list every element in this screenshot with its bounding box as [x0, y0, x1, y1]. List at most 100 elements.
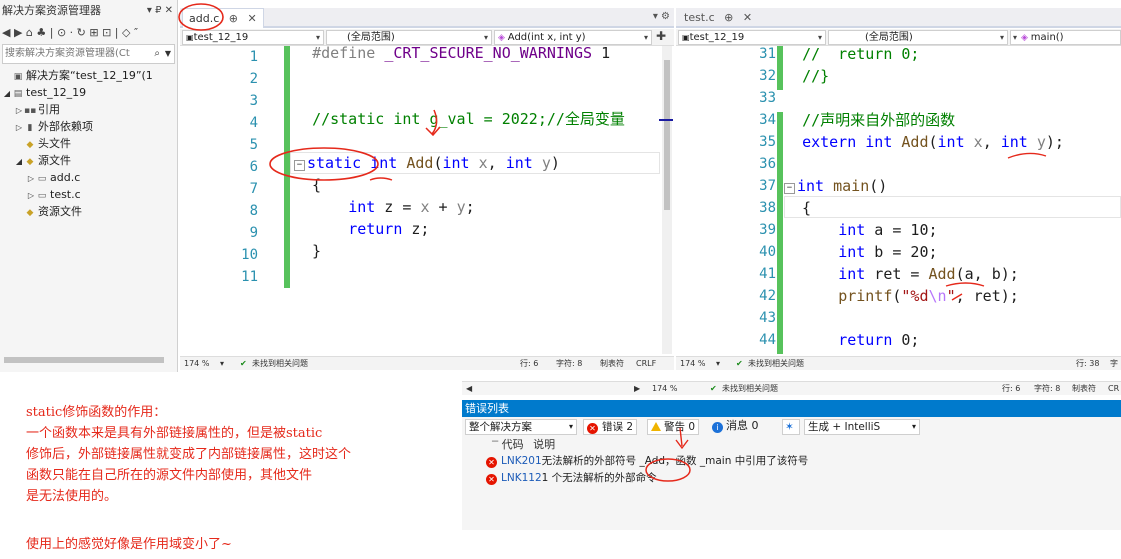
errors-filter-button[interactable]: ✕ 错误 2	[583, 419, 638, 435]
tree-item[interactable]: ▷ ▭ add.c	[0, 169, 177, 186]
pane-controls[interactable]: ▾ ₽ ✕	[147, 0, 173, 22]
tab-test-c[interactable]: test.c ⊕ ✕	[678, 8, 758, 28]
solution-explorer-search-input[interactable]: 搜索解决方案资源管理器(Ct ⌕ ▼	[2, 44, 175, 64]
pin-icon[interactable]: ⊕	[724, 11, 733, 24]
close-icon[interactable]: ✕	[743, 11, 752, 24]
line-number: 43	[759, 310, 776, 326]
left-code-editor[interactable]: 1 2 3 4 5 6 7 8 9 10 11 #define _CRT_SECURE_NO_WAR…	[180, 46, 674, 354]
code-text-test-c[interactable]: // return 0; //} //声明来自外部的函数 extern int …	[784, 46, 1064, 354]
error-row[interactable]: ✕ LNK1121 个无法解析的外部命令	[462, 470, 1121, 487]
tree-item-label: 外部依赖项	[38, 120, 93, 133]
line-number: 41	[759, 266, 776, 282]
zoom-level[interactable]: 174 %	[652, 382, 677, 395]
line-number: 42	[759, 288, 776, 304]
error-code-link[interactable]: LNK112	[501, 472, 542, 484]
pin-icon[interactable]: ⊕	[229, 12, 238, 25]
solution-explorer-title-bar: 解决方案资源管理器 ▾ ₽ ✕	[0, 0, 177, 22]
left-navigation-bar: ▣test_12_19 ▾ (全局范围) ▾ ◈ Add(int x, int y)…	[180, 29, 674, 46]
tab-add-c[interactable]: add.c ⊕ ✕	[182, 8, 264, 28]
tree-item[interactable]: ▣ 解决方案“test_12_19”(1	[0, 67, 177, 84]
method-icon: ◈	[1021, 33, 1031, 43]
chevron-down-icon: ▾	[911, 422, 916, 431]
tree-item[interactable]: ◢ ▤ test_12_19	[0, 84, 177, 101]
expand-arrow-icon[interactable]: ◢	[2, 85, 12, 102]
search-icon[interactable]: ⌕	[154, 45, 160, 63]
tree-item[interactable]: ◆ 头文件	[0, 135, 177, 152]
filter-icon[interactable]: ✶	[782, 419, 800, 435]
cursor-char: 字符: 8	[1034, 384, 1061, 393]
annotation-notes: static修饰函数的作用： 一个函数本来是具有外部链接属性的，但是被stati…	[26, 402, 351, 507]
scope-dropdown[interactable]: (全局范围) ▾	[326, 30, 492, 45]
method-icon: ◈	[498, 33, 508, 43]
issues-status[interactable]: 未找到相关问题	[748, 357, 804, 370]
build-source-dropdown[interactable]: 生成 + IntelliS ▾	[804, 419, 920, 435]
close-icon[interactable]: ✕	[247, 12, 256, 25]
tree-item[interactable]: ◢ ◆ 源文件	[0, 152, 177, 169]
scope-dropdown[interactable]: (全局范围) ▾	[828, 30, 1008, 45]
line-ending[interactable]: CRLF	[636, 357, 656, 370]
tab-overflow-icon[interactable]: ▾ ⚙	[653, 11, 670, 22]
line-number: 4	[249, 115, 258, 131]
zoom-level[interactable]: 174 %	[680, 357, 705, 370]
error-list-title: 错误列表	[462, 400, 1121, 417]
line-number: 40	[759, 244, 776, 260]
chevron-down-icon: ▾	[999, 33, 1004, 42]
tree-item-label: 头文件	[38, 137, 71, 150]
collapse-icon[interactable]: −	[294, 160, 305, 171]
tree-item[interactable]: ▷ ▪▪ 引用	[0, 101, 177, 118]
error-list-panel: 错误列表 整个解决方案 ▾ ✕ 错误 2 警告 0 i 消息 0 ✶ 生成 + Int…	[462, 400, 1121, 530]
column-description[interactable]: 说明	[533, 438, 555, 451]
change-indicator-bar	[777, 112, 783, 354]
error-code-link[interactable]: LNK201	[501, 455, 542, 467]
project-dropdown[interactable]: ▣test_12_19 ▾	[678, 30, 826, 45]
warning-icon	[651, 422, 661, 431]
expand-arrow-icon[interactable]: ◢	[14, 153, 24, 170]
note-line: static修饰函数的作用：	[26, 405, 167, 420]
vertical-scrollbar[interactable]	[662, 46, 672, 354]
split-icon[interactable]: ✚	[656, 29, 666, 43]
indent-mode[interactable]: 制表符	[1072, 382, 1096, 395]
tree-item[interactable]: ◆ 资源文件	[0, 203, 177, 220]
chevron-down-icon: ▾	[315, 33, 320, 42]
line-number: 45	[716, 351, 776, 354]
line-number: 1	[249, 49, 258, 65]
scope-filter-dropdown[interactable]: 整个解决方案 ▾	[465, 419, 577, 435]
warnings-filter-button[interactable]: 警告 0	[647, 419, 700, 435]
line-number: 35	[759, 134, 776, 150]
line-number: 33	[759, 90, 776, 106]
messages-filter-button[interactable]: i 消息 0	[712, 419, 759, 433]
chevron-down-icon[interactable]: ▼	[165, 45, 171, 63]
tree-item[interactable]: ▷ ▮ 外部依赖项	[0, 118, 177, 135]
error-row[interactable]: ✕ LNK201无法解析的外部符号 _Add，函数 _main 中引用了该符号	[462, 453, 1121, 470]
expand-arrow-icon[interactable]: ▷	[14, 102, 24, 119]
info-icon: i	[712, 422, 723, 433]
project-dropdown[interactable]: ▣test_12_19 ▾	[182, 30, 324, 45]
horizontal-scrollbar[interactable]	[0, 354, 178, 366]
member-dropdown[interactable]: ▾ ◈ main()	[1010, 30, 1121, 45]
indent-mode[interactable]: 制表符	[600, 357, 624, 370]
column-code[interactable]: 代码	[502, 438, 524, 451]
line-number: 38	[759, 200, 776, 216]
cursor-line: 行: 6	[1002, 384, 1021, 393]
expand-arrow-icon[interactable]: ▷	[26, 187, 36, 204]
member-dropdown[interactable]: ◈ Add(int x, int y) ▾	[494, 30, 652, 45]
expand-arrow-icon[interactable]: ▷	[14, 119, 24, 136]
tree-item[interactable]: ▷ ▭ test.c	[0, 186, 177, 203]
issues-status[interactable]: 未找到相关问题	[722, 382, 778, 395]
error-list-toolbar: 整个解决方案 ▾ ✕ 错误 2 警告 0 i 消息 0 ✶ 生成 + IntelliS…	[462, 417, 1121, 437]
tree-item-label: 源文件	[38, 154, 71, 167]
cursor-char: 字符: 8	[556, 359, 583, 368]
line-number: 32	[759, 68, 776, 84]
code-text-add-c[interactable]: #define _CRT_SECURE_NO_WARNINGS 1 //stat…	[294, 46, 625, 284]
line-ending[interactable]: CR	[1108, 382, 1119, 395]
collapse-icon[interactable]: −	[784, 183, 795, 194]
line-number-gutter: 31 32 33 34 35 36 37 38 39 40 41 42 43 44 45	[716, 46, 776, 354]
zoom-level[interactable]: 174 %	[184, 357, 209, 370]
expand-arrow-icon[interactable]: ▷	[26, 170, 36, 187]
solution-explorer-toolbar[interactable]: ◀ ▶ ⌂ ♣ | ⊙ · ↻ ⊞ ⊡ | ◇ ″	[0, 22, 177, 44]
tree-item-label: 引用	[38, 103, 60, 116]
error-description: 无法解析的外部符号 _Add，函数 _main 中引用了该符号	[541, 455, 809, 467]
right-code-editor[interactable]: 31 32 33 34 35 36 37 38 39 40 41 42 43 44 45 // return…	[676, 46, 1121, 354]
issues-status[interactable]: 未找到相关问题	[252, 357, 308, 370]
cursor-char: 字	[1110, 359, 1118, 368]
